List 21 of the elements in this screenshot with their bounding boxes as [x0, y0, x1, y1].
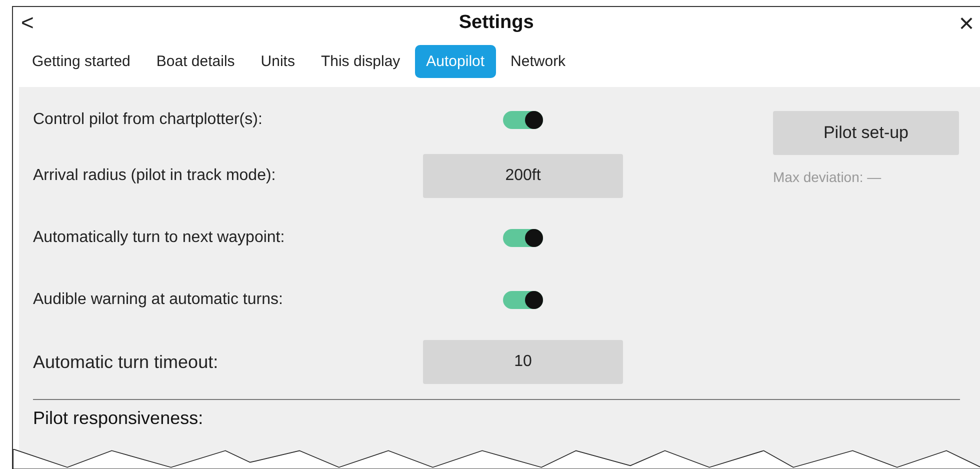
setting-label: Control pilot from chartplotter(s): — [33, 111, 264, 129]
tab[interactable]: Getting started — [21, 44, 142, 78]
toggle-switch[interactable] — [503, 229, 543, 247]
tab[interactable]: Network — [500, 44, 577, 78]
setting-label: Automatic turn timeout: — [33, 352, 220, 372]
window-title: Settings — [458, 12, 534, 34]
setting-label: Arrival radius (pilot in track mode): — [33, 167, 277, 185]
setting-label: Automatically turn to next waypoint: — [33, 229, 286, 247]
section-label: Pilot responsiveness: — [33, 408, 204, 429]
max-deviation-text: Max deviation: — — [773, 169, 882, 185]
tab[interactable]: This display — [310, 44, 412, 78]
value-button[interactable]: 200ft — [423, 154, 623, 198]
tab[interactable]: Boat details — [145, 44, 246, 78]
setting-label: Audible warning at automatic turns: — [33, 291, 284, 309]
toggle-switch[interactable] — [503, 111, 543, 129]
pilot-setup-button[interactable]: Pilot set-up — [773, 111, 959, 155]
value-button[interactable]: 10 — [423, 340, 623, 384]
back-button[interactable]: < — [17, 12, 38, 34]
tab[interactable]: Units — [250, 44, 306, 78]
close-button[interactable]: × — [954, 10, 978, 36]
toggle-switch[interactable] — [503, 291, 543, 309]
